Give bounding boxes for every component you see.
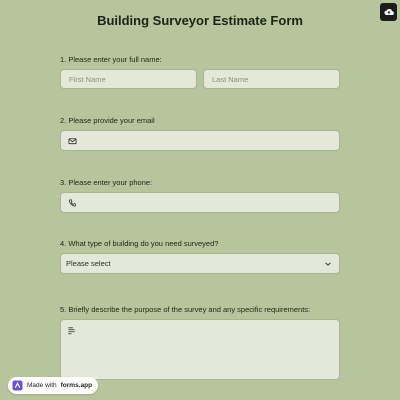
building-type-selected: Please select: [66, 259, 111, 268]
last-name-field[interactable]: Last Name: [203, 69, 340, 89]
made-with-forms-app-badge[interactable]: Made with forms.app: [8, 377, 99, 394]
form-title: Building Surveyor Estimate Form: [97, 13, 303, 28]
badge-prefix: Made with: [27, 382, 57, 389]
survey-description-textarea[interactable]: [60, 319, 340, 380]
question-1-label: 1. Please enter your full name:: [60, 55, 162, 64]
badge-brand: forms.app: [60, 382, 93, 389]
phone-field[interactable]: [60, 192, 340, 213]
phone-icon: [68, 198, 77, 207]
mail-icon: [68, 137, 77, 144]
question-4-label: 4. What type of building do you need sur…: [60, 239, 219, 248]
last-name-placeholder: Last Name: [212, 74, 249, 84]
building-type-select[interactable]: Please select: [60, 253, 340, 274]
forms-app-logo-icon: [12, 380, 23, 391]
first-name-field[interactable]: First Name: [60, 69, 197, 89]
question-5-label: 5. Briefly describe the purpose of the s…: [60, 305, 311, 314]
email-field[interactable]: [60, 130, 340, 151]
first-name-placeholder: First Name: [69, 74, 106, 84]
question-3-label: 3. Please enter your phone:: [60, 178, 153, 187]
question-2-label: 2. Please provide your email: [60, 116, 155, 125]
text-lines-icon: [68, 327, 75, 335]
chevron-down-icon: [325, 261, 331, 266]
